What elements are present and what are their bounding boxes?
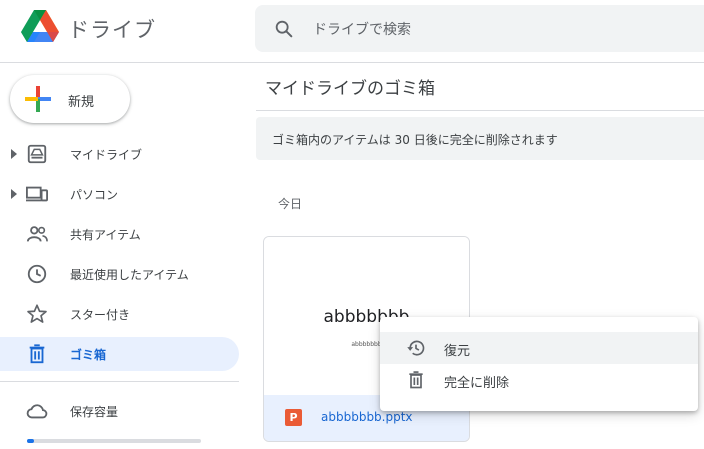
plus-icon — [25, 86, 51, 112]
sidebar-item-storage[interactable]: 保存容量 — [0, 394, 239, 428]
file-name: abbbbbbb.pptx — [321, 410, 413, 424]
expand-caret-icon[interactable] — [10, 188, 18, 200]
drive-logo[interactable] — [20, 9, 60, 45]
sidebar-item-recent[interactable]: 最近使用したアイテム — [0, 257, 239, 291]
trash-icon — [409, 371, 423, 389]
sidebar-item-label: 共有アイテム — [70, 228, 141, 242]
sidebar-item-label: 保存容量 — [70, 405, 119, 419]
cloud-icon — [26, 404, 48, 419]
title-divider — [256, 110, 704, 111]
storage-progress-bar — [27, 439, 201, 443]
menu-item-label: 復元 — [444, 344, 471, 359]
restore-history-icon — [407, 340, 425, 356]
menu-item-restore[interactable]: 復元 — [380, 332, 698, 364]
drive-logo-icon — [21, 10, 59, 42]
sidebar-item-computers[interactable]: パソコン — [0, 177, 239, 211]
people-icon — [26, 226, 48, 242]
expand-caret-icon[interactable] — [10, 148, 18, 160]
sidebar-item-trash[interactable]: ゴミ箱 — [0, 337, 239, 371]
my-drive-icon — [27, 144, 47, 164]
header-divider — [0, 62, 704, 63]
sidebar-divider — [0, 381, 239, 382]
sidebar-item-label: マイドライブ — [70, 148, 143, 162]
sidebar-item-starred[interactable]: スター付き — [0, 297, 239, 331]
sidebar-item-my-drive[interactable]: マイドライブ — [0, 137, 239, 171]
new-button-label: 新規 — [68, 95, 95, 110]
menu-item-label: 完全に削除 — [444, 376, 510, 391]
section-label-today: 今日 — [278, 197, 303, 211]
search-input[interactable]: ドライブで検索 — [313, 19, 411, 39]
storage-progress-fill — [27, 439, 34, 443]
clock-icon — [27, 264, 47, 284]
trash-notice-banner: ゴミ箱内のアイテムは 30 日後に完全に削除されます — [256, 117, 704, 160]
sidebar-item-label: パソコン — [70, 188, 119, 202]
powerpoint-icon: P — [285, 409, 302, 426]
app-title: ドライブ — [68, 18, 156, 42]
search-icon[interactable] — [273, 18, 295, 40]
page-title: マイドライブのゴミ箱 — [265, 79, 435, 99]
star-icon — [27, 304, 47, 323]
sidebar-item-shared[interactable]: 共有アイテム — [0, 217, 239, 251]
sidebar-item-label: 最近使用したアイテム — [70, 268, 189, 282]
menu-item-delete-forever[interactable]: 完全に削除 — [380, 364, 698, 396]
context-menu: 復元 完全に削除 — [380, 317, 698, 411]
trash-notice-text: ゴミ箱内のアイテムは 30 日後に完全に削除されます — [272, 133, 558, 147]
sidebar-item-label: スター付き — [70, 308, 131, 322]
new-button[interactable]: 新規 — [10, 75, 130, 123]
sidebar-item-label: ゴミ箱 — [70, 348, 107, 362]
search-bar[interactable]: ドライブで検索 — [255, 5, 704, 52]
computer-icon — [26, 186, 48, 202]
trash-icon — [29, 344, 45, 364]
